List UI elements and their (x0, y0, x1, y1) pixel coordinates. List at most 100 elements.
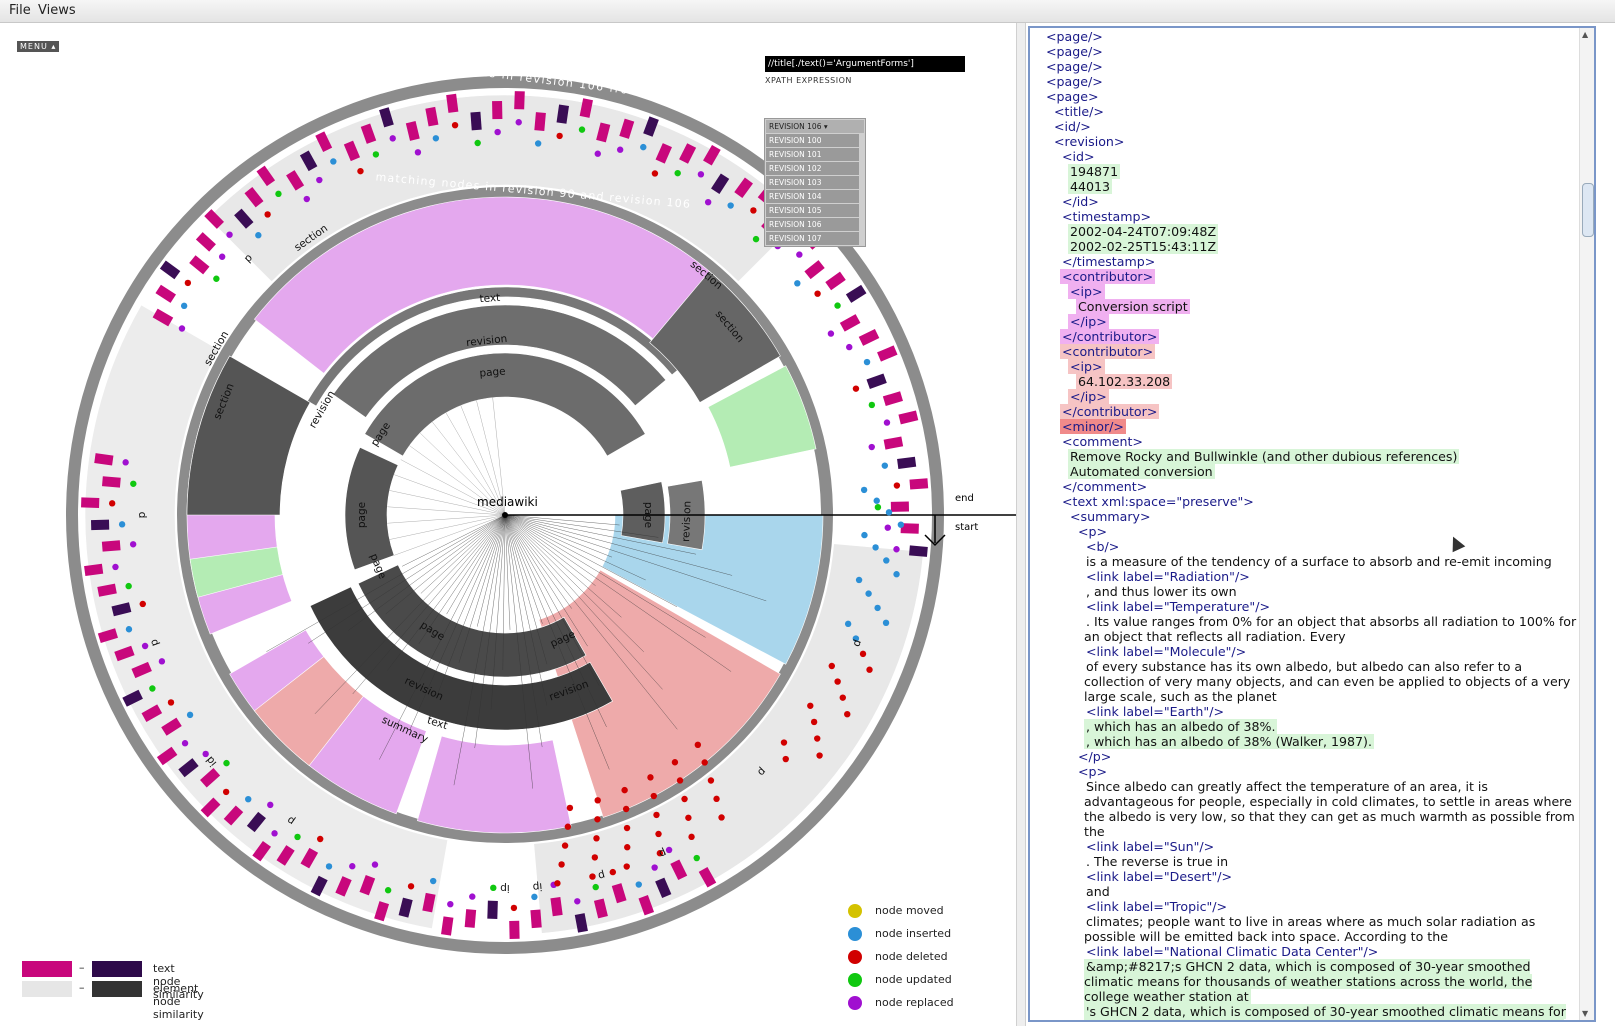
menu-file[interactable]: File (9, 3, 31, 18)
ring-label: page (642, 502, 654, 528)
xml-line: and (1036, 884, 1581, 899)
xml-line: Remove Rocky and Bullwinkle (and other d… (1036, 449, 1581, 464)
xpath-input[interactable]: //title[./text()='ArgumentForms'] (765, 56, 965, 72)
xml-line-text: <comment> (1062, 434, 1143, 449)
change-node-dot (325, 863, 333, 870)
xml-line-text: </comment> (1062, 479, 1148, 494)
xml-line-text: 44013 (1068, 179, 1113, 194)
revision-selected[interactable]: REVISION 106 ▾ (766, 120, 864, 133)
revision-option[interactable]: REVISION 101 (766, 148, 859, 161)
legend-element-sim: element node similarity (153, 982, 204, 1021)
change-node-dot (752, 235, 760, 243)
ring-label: ip (500, 882, 510, 894)
menu-views[interactable]: Views (38, 3, 76, 18)
change-node-dot (167, 699, 175, 706)
change-node-dot (490, 884, 497, 892)
change-node-dot (701, 759, 708, 766)
change-node-dot (828, 662, 835, 670)
change-node-dot (688, 833, 695, 841)
xml-line: 's GHCN 2 data, which is composed of 30-… (1036, 1004, 1581, 1020)
change-node-dot (275, 190, 282, 198)
leaf-node-block (858, 329, 880, 346)
change-node-dot (594, 816, 601, 823)
pane-splitter[interactable] (1016, 23, 1026, 1026)
xml-line: <page/> (1036, 59, 1581, 74)
change-node-dot (872, 544, 879, 551)
change-node-dot (750, 207, 757, 214)
xml-line-text: <page/> (1046, 29, 1103, 44)
scroll-down-icon[interactable]: ▼ (1582, 1009, 1588, 1018)
leaf-node-block (909, 478, 929, 490)
xml-line-text: <link label="Radiation"/> (1086, 569, 1250, 584)
xml-line: <link label="Earth"/> (1036, 704, 1581, 719)
change-node-dot (122, 459, 129, 466)
change-node-dot (868, 443, 875, 451)
center-label: mediawiki (477, 495, 538, 509)
change-node-dot (640, 143, 647, 151)
revision-option[interactable]: REVISION 100 (766, 134, 859, 147)
revision-option[interactable]: REVISION 102 (766, 162, 859, 175)
level-section (186, 355, 311, 516)
change-node-dot (141, 642, 149, 650)
change-node-dot (893, 571, 900, 578)
xml-line: <link label="Temperature"/> (1036, 599, 1581, 614)
legend-node-dot-icon (848, 996, 862, 1010)
leaf-node-block (890, 501, 910, 512)
change-node-dot (267, 801, 274, 809)
xml-source-pane[interactable]: <page/> <page/> <page/> <page/> <page> <title… (1028, 26, 1596, 1022)
change-node-dot (651, 170, 659, 177)
xml-line-text: <contributor> (1060, 269, 1156, 284)
revision-option[interactable]: REVISION 105 (766, 204, 859, 217)
xml-line: </id> (1036, 194, 1581, 209)
match-sector (416, 735, 572, 834)
change-node-dot (594, 797, 601, 804)
xml-line: <link label="Desert"/> (1036, 869, 1581, 884)
xml-line: <b/> (1036, 539, 1581, 554)
change-node-dot (814, 735, 821, 742)
change-node-dot (844, 710, 851, 718)
xml-line-text: </timestamp> (1062, 254, 1156, 269)
change-node-dot (226, 231, 233, 238)
xml-scrollbar[interactable]: ▲ ▼ (1579, 28, 1594, 1020)
change-node-dot (623, 824, 631, 832)
change-node-dot (554, 880, 561, 887)
change-node-dot (693, 854, 700, 862)
change-node-dot (125, 582, 132, 590)
viz-menu-button[interactable]: MENU ▴ (17, 41, 60, 52)
revision-option[interactable]: REVISION 106 (766, 218, 859, 231)
change-node-dot (414, 149, 422, 156)
xml-line: 2002-02-25T15:43:11Z (1036, 239, 1581, 254)
xml-line: <p> (1036, 524, 1581, 539)
change-node-dot (621, 786, 628, 794)
change-node-dot (671, 759, 679, 766)
change-node-dot (566, 804, 574, 812)
change-node-dot (883, 419, 891, 426)
change-node-dot (718, 814, 725, 821)
leaf-node-block (464, 909, 477, 928)
xml-line-text: <ip> (1068, 359, 1105, 374)
xml-line-text: <page/> (1046, 44, 1103, 59)
leaf-node-block (101, 540, 121, 552)
leaf-node-block (509, 920, 520, 940)
revision-selector[interactable]: REVISION 106 ▾ REVISION 100 REVISION 101 RE… (764, 118, 866, 247)
revision-option[interactable]: REVISION 104 (766, 190, 859, 203)
scroll-up-icon[interactable]: ▲ (1582, 30, 1588, 39)
leaf-node-block (877, 345, 898, 362)
change-node-dot (860, 486, 868, 494)
ring-label: p (136, 511, 148, 518)
revision-option[interactable]: REVISION 107 (766, 232, 859, 245)
xml-line-text: <link label="Molecule"/> (1086, 644, 1247, 659)
elem-sim-swatch-light (22, 981, 72, 997)
change-node-dot (861, 531, 868, 539)
change-node-dot (264, 211, 271, 218)
change-node-dot (255, 232, 262, 239)
revision-option[interactable]: REVISION 103 (766, 176, 859, 189)
ring-label: revision (680, 501, 693, 543)
scroll-thumb[interactable] (1582, 183, 1594, 237)
leaf-node-block (81, 497, 100, 508)
leaf-node-block (845, 284, 867, 303)
visualization-canvas[interactable]: changed nodes in revision 106 from revis… (0, 23, 1016, 1026)
leaf-node-block (897, 456, 917, 469)
level-page (344, 446, 399, 571)
legend-node-dot-icon (848, 904, 862, 918)
